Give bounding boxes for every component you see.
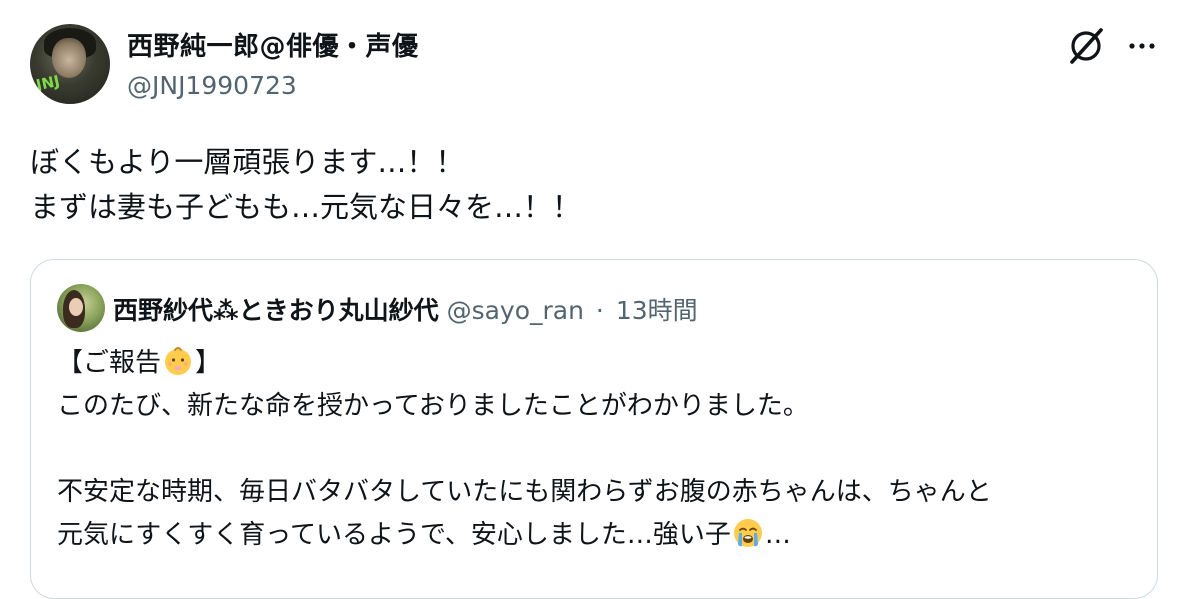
quote-line-text: 元気にすくすく育っているようで、安心しました…強い子	[57, 520, 731, 550]
meta-separator: ·	[595, 296, 604, 325]
baby-emoji	[162, 345, 194, 377]
tweet: JNJ 西野純一郎@俳優・声優 @JNJ1990723 ぼくもより一層頑張ります…	[0, 0, 1190, 599]
quote-line-text: 【ご報告	[57, 348, 162, 378]
tweet-text: ぼくもより一層頑張ります…！！ まずは妻も子どもも…元気な日々を…！！	[30, 140, 581, 230]
grok-icon[interactable]	[1066, 26, 1106, 66]
quote-line: 元気にすくすく育っているようで、安心しました…強い子 …	[57, 514, 992, 557]
quote-line-text: 】	[195, 348, 222, 378]
quote-line: このたび、新たな命を授かっておりましたことがわかりました。	[57, 391, 809, 421]
author-avatar[interactable]: JNJ	[30, 24, 110, 104]
author-display-name[interactable]: 西野純一郎@俳優・声優	[127, 26, 419, 63]
avatar-logo-text: JNJ	[34, 71, 62, 95]
quote-line: 【ご報告 】	[57, 342, 992, 385]
author-handle[interactable]: @JNJ1990723	[127, 71, 297, 100]
quoted-tweet-time[interactable]: 13時間	[616, 296, 698, 325]
quoted-avatar-face	[69, 298, 83, 316]
loudly-crying-face-emoji	[732, 517, 764, 549]
quoted-tweet-text: 【ご報告 】 このたび、新たな命を授かっておりましたことがわかりました。 不安定…	[57, 342, 992, 557]
quoted-author-handle[interactable]: @sayo_ran	[447, 296, 584, 325]
quote-line: 不安定な時期、毎日バタバタしていたにも関わらずお腹の赤ちゃんは、ちゃんと	[57, 477, 992, 507]
quoted-tweet-card[interactable]: 西野紗代⁂ときおり丸山紗代 @sayo_ran · 13時間 【ご報告 】 この…	[30, 259, 1158, 599]
more-options-icon[interactable]	[1124, 30, 1160, 62]
quoted-author-avatar[interactable]	[57, 284, 105, 332]
tweet-text-line: ぼくもより一層頑張ります…！！	[30, 145, 465, 179]
quote-line-text: …	[764, 520, 791, 550]
tweet-text-line: まずは妻も子どもも…元気な日々を…！！	[30, 190, 582, 224]
quoted-author-name[interactable]: 西野紗代⁂ときおり丸山紗代	[113, 296, 439, 325]
quoted-tweet-header: 西野紗代⁂ときおり丸山紗代 @sayo_ran · 13時間	[113, 291, 698, 327]
quote-blank-line	[57, 428, 992, 471]
